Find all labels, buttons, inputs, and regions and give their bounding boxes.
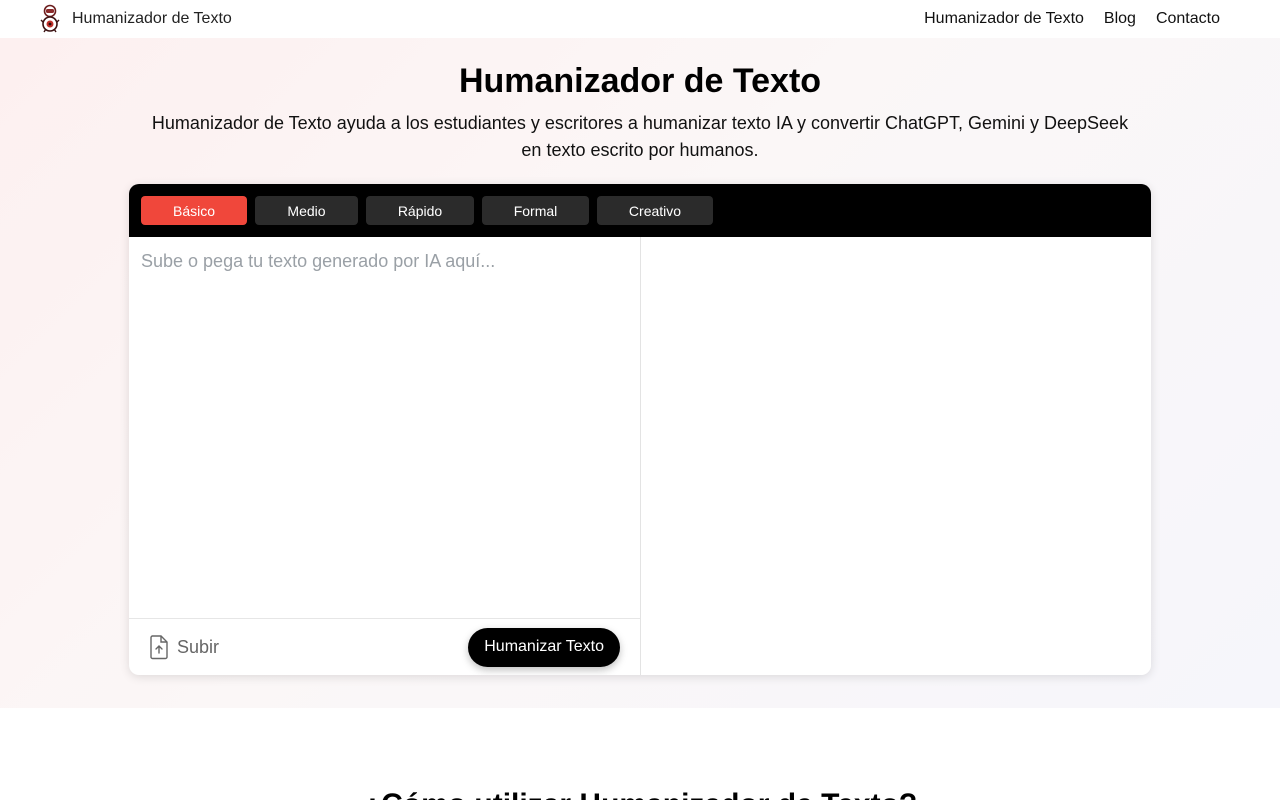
editor-panes: Subir Humanizar Texto [129, 237, 1151, 675]
nav-links: Humanizador de Texto Blog Contacto [924, 10, 1220, 28]
ai-text-input[interactable] [129, 237, 640, 618]
mode-tab-creativo[interactable]: Creativo [597, 196, 713, 225]
mode-tab-basico[interactable]: Básico [141, 196, 247, 225]
output-pane [641, 237, 1151, 675]
robot-logo-icon [40, 4, 60, 33]
mode-tab-rapido[interactable]: Rápido [366, 196, 474, 225]
top-navigation: Humanizador de Texto Humanizador de Text… [0, 0, 1280, 38]
upload-label: Subir [177, 636, 220, 657]
nav-link-humanizador[interactable]: Humanizador de Texto [924, 10, 1084, 28]
nav-link-blog[interactable]: Blog [1104, 10, 1136, 28]
hero-section: Humanizador de Texto Humanizador de Text… [0, 38, 1280, 708]
mode-tab-medio[interactable]: Medio [255, 196, 358, 225]
humanizer-tool: Básico Medio Rápido Formal Creativo Subi… [129, 184, 1151, 675]
mode-selector: Básico Medio Rápido Formal Creativo [129, 184, 1151, 237]
humanize-button[interactable]: Humanizar Texto [468, 627, 620, 667]
how-to-use-heading: ¿Cómo utilizar Humanizador de Texto? [0, 788, 1280, 800]
input-pane: Subir Humanizar Texto [129, 237, 641, 675]
mode-tab-formal[interactable]: Formal [482, 196, 589, 225]
brand-name: Humanizador de Texto [72, 10, 232, 27]
page-subtitle: Humanizador de Texto ayuda a los estudia… [151, 113, 1129, 160]
page-title: Humanizador de Texto [458, 62, 822, 100]
upload-button[interactable]: Subir [147, 634, 219, 660]
brand-link[interactable]: Humanizador de Texto [38, 4, 232, 34]
input-footer: Subir Humanizar Texto [129, 618, 640, 675]
nav-link-contacto[interactable]: Contacto [1156, 10, 1220, 28]
file-upload-icon [150, 635, 168, 660]
